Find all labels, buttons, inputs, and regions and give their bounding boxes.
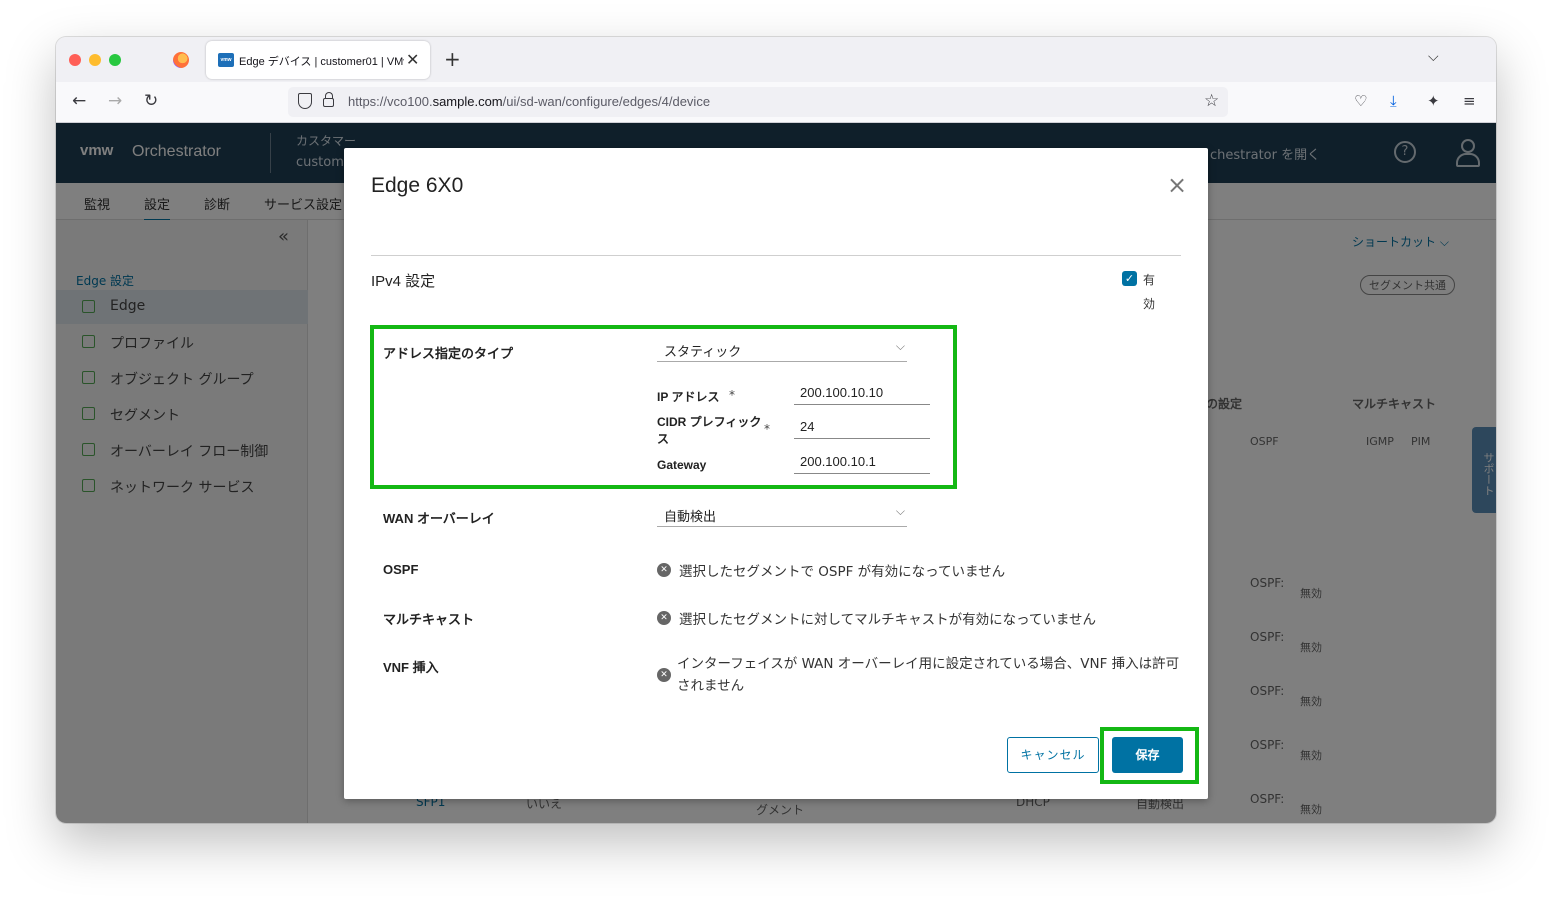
vmware-favicon-icon: vmw: [218, 53, 234, 67]
dialog-title: Edge 6X0: [371, 174, 464, 197]
required-mark: *: [729, 388, 735, 402]
chevron-down-icon: ⌵: [895, 339, 905, 353]
required-mark: *: [764, 422, 770, 436]
addressing-type-label: アドレス指定のタイプ: [383, 346, 514, 361]
url-prefix: https://vco100.: [348, 94, 433, 109]
disabled-x-icon: ✕: [657, 563, 671, 577]
addressing-type-value: スタティック: [664, 345, 742, 360]
vnf-info-text: インターフェイスが WAN オーバーレイ用に設定されている場合、VNF 挿入は許…: [677, 656, 1180, 694]
wan-overlay-value: 自動検出: [664, 510, 717, 525]
downloads-icon[interactable]: ⤓: [1390, 92, 1397, 110]
firefox-icon[interactable]: [173, 52, 189, 68]
vnf-info: ✕ インターフェイスが WAN オーバーレイ用に設定されている場合、VNF 挿入…: [657, 653, 1187, 703]
forward-arrow-icon[interactable]: →: [108, 91, 122, 111]
wan-overlay-label: WAN オーバーレイ: [383, 511, 495, 526]
multicast-label: マルチキャスト: [383, 612, 475, 627]
url-text[interactable]: https://vco100.sample.com/ui/sd-wan/conf…: [348, 94, 710, 109]
url-bar[interactable]: https://vco100.sample.com/ui/sd-wan/conf…: [288, 87, 1228, 117]
url-domain: sample.com: [432, 94, 503, 109]
ospf-info-text: 選択したセグメントで OSPF が有効になっていません: [679, 564, 1006, 580]
ipv4-settings-title: IPv4 設定: [371, 273, 436, 290]
browser-tab[interactable]: vmw Edge デバイス | customer01 | VMware ✕: [206, 41, 430, 79]
chevron-down-icon: ⌵: [895, 504, 905, 518]
cidr-prefix-input[interactable]: [794, 414, 930, 439]
close-window-button[interactable]: [69, 54, 81, 66]
tab-strip: vmw Edge デバイス | customer01 | VMware ✕ + …: [56, 37, 1496, 82]
ospf-label: OSPF: [383, 562, 419, 577]
addressing-type-select[interactable]: スタティック ⌵: [657, 338, 907, 362]
menu-icon[interactable]: ≡: [1463, 92, 1476, 110]
gateway-label: Gateway: [657, 458, 707, 472]
url-path: /ui/sd-wan/configure/edges/4/device: [502, 94, 711, 109]
bookmark-star-icon[interactable]: ☆: [1204, 91, 1219, 111]
pocket-icon[interactable]: ♡: [1354, 92, 1367, 110]
web-app: vmw Orchestrator カスタマー customer01 chestr…: [56, 123, 1496, 823]
lock-icon[interactable]: [323, 92, 334, 107]
minimize-window-button[interactable]: [89, 54, 101, 66]
tracking-shield-icon[interactable]: [298, 93, 312, 109]
navigation-bar: ← → ↻ https://vco100.sample.com/ui/sd-wa…: [56, 82, 1496, 123]
divider: [371, 255, 1181, 256]
ip-address-input[interactable]: [794, 380, 930, 405]
vnf-insertion-label: VNF 挿入: [383, 660, 439, 675]
disabled-x-icon: ✕: [657, 611, 671, 625]
tab-close-icon[interactable]: ✕: [406, 50, 419, 69]
cidr-prefix-label: CIDR プレフィックス: [657, 415, 762, 446]
cancel-button[interactable]: キャンセル: [1007, 737, 1099, 773]
maximize-window-button[interactable]: [109, 54, 121, 66]
ip-address-label: IP アドレス: [657, 390, 720, 404]
new-tab-button[interactable]: +: [444, 47, 461, 71]
extensions-icon[interactable]: ✦: [1427, 92, 1440, 110]
save-button[interactable]: 保存: [1112, 737, 1183, 773]
gateway-input[interactable]: [794, 449, 930, 474]
back-arrow-icon[interactable]: ←: [72, 91, 86, 111]
close-icon[interactable]: ×: [1167, 171, 1187, 199]
disabled-x-icon: ✕: [657, 668, 671, 682]
edit-interface-dialog: Edge 6X0 × IPv4 設定 ✓ 有効 アドレス指定のタイプ スタティッ…: [344, 148, 1208, 799]
tab-list-chevron-icon[interactable]: ⌵: [1428, 49, 1439, 65]
browser-window: vmw Edge デバイス | customer01 | VMware ✕ + …: [56, 37, 1496, 823]
tab-title: Edge デバイス | customer01 | VMware: [239, 56, 404, 68]
multicast-info-text: 選択したセグメントに対してマルチキャストが有効になっていません: [679, 612, 1097, 628]
enabled-checkbox[interactable]: ✓: [1122, 271, 1137, 286]
reload-icon[interactable]: ↻: [144, 91, 158, 111]
wan-overlay-select[interactable]: 自動検出 ⌵: [657, 503, 907, 527]
enabled-label: 有効: [1143, 273, 1156, 311]
